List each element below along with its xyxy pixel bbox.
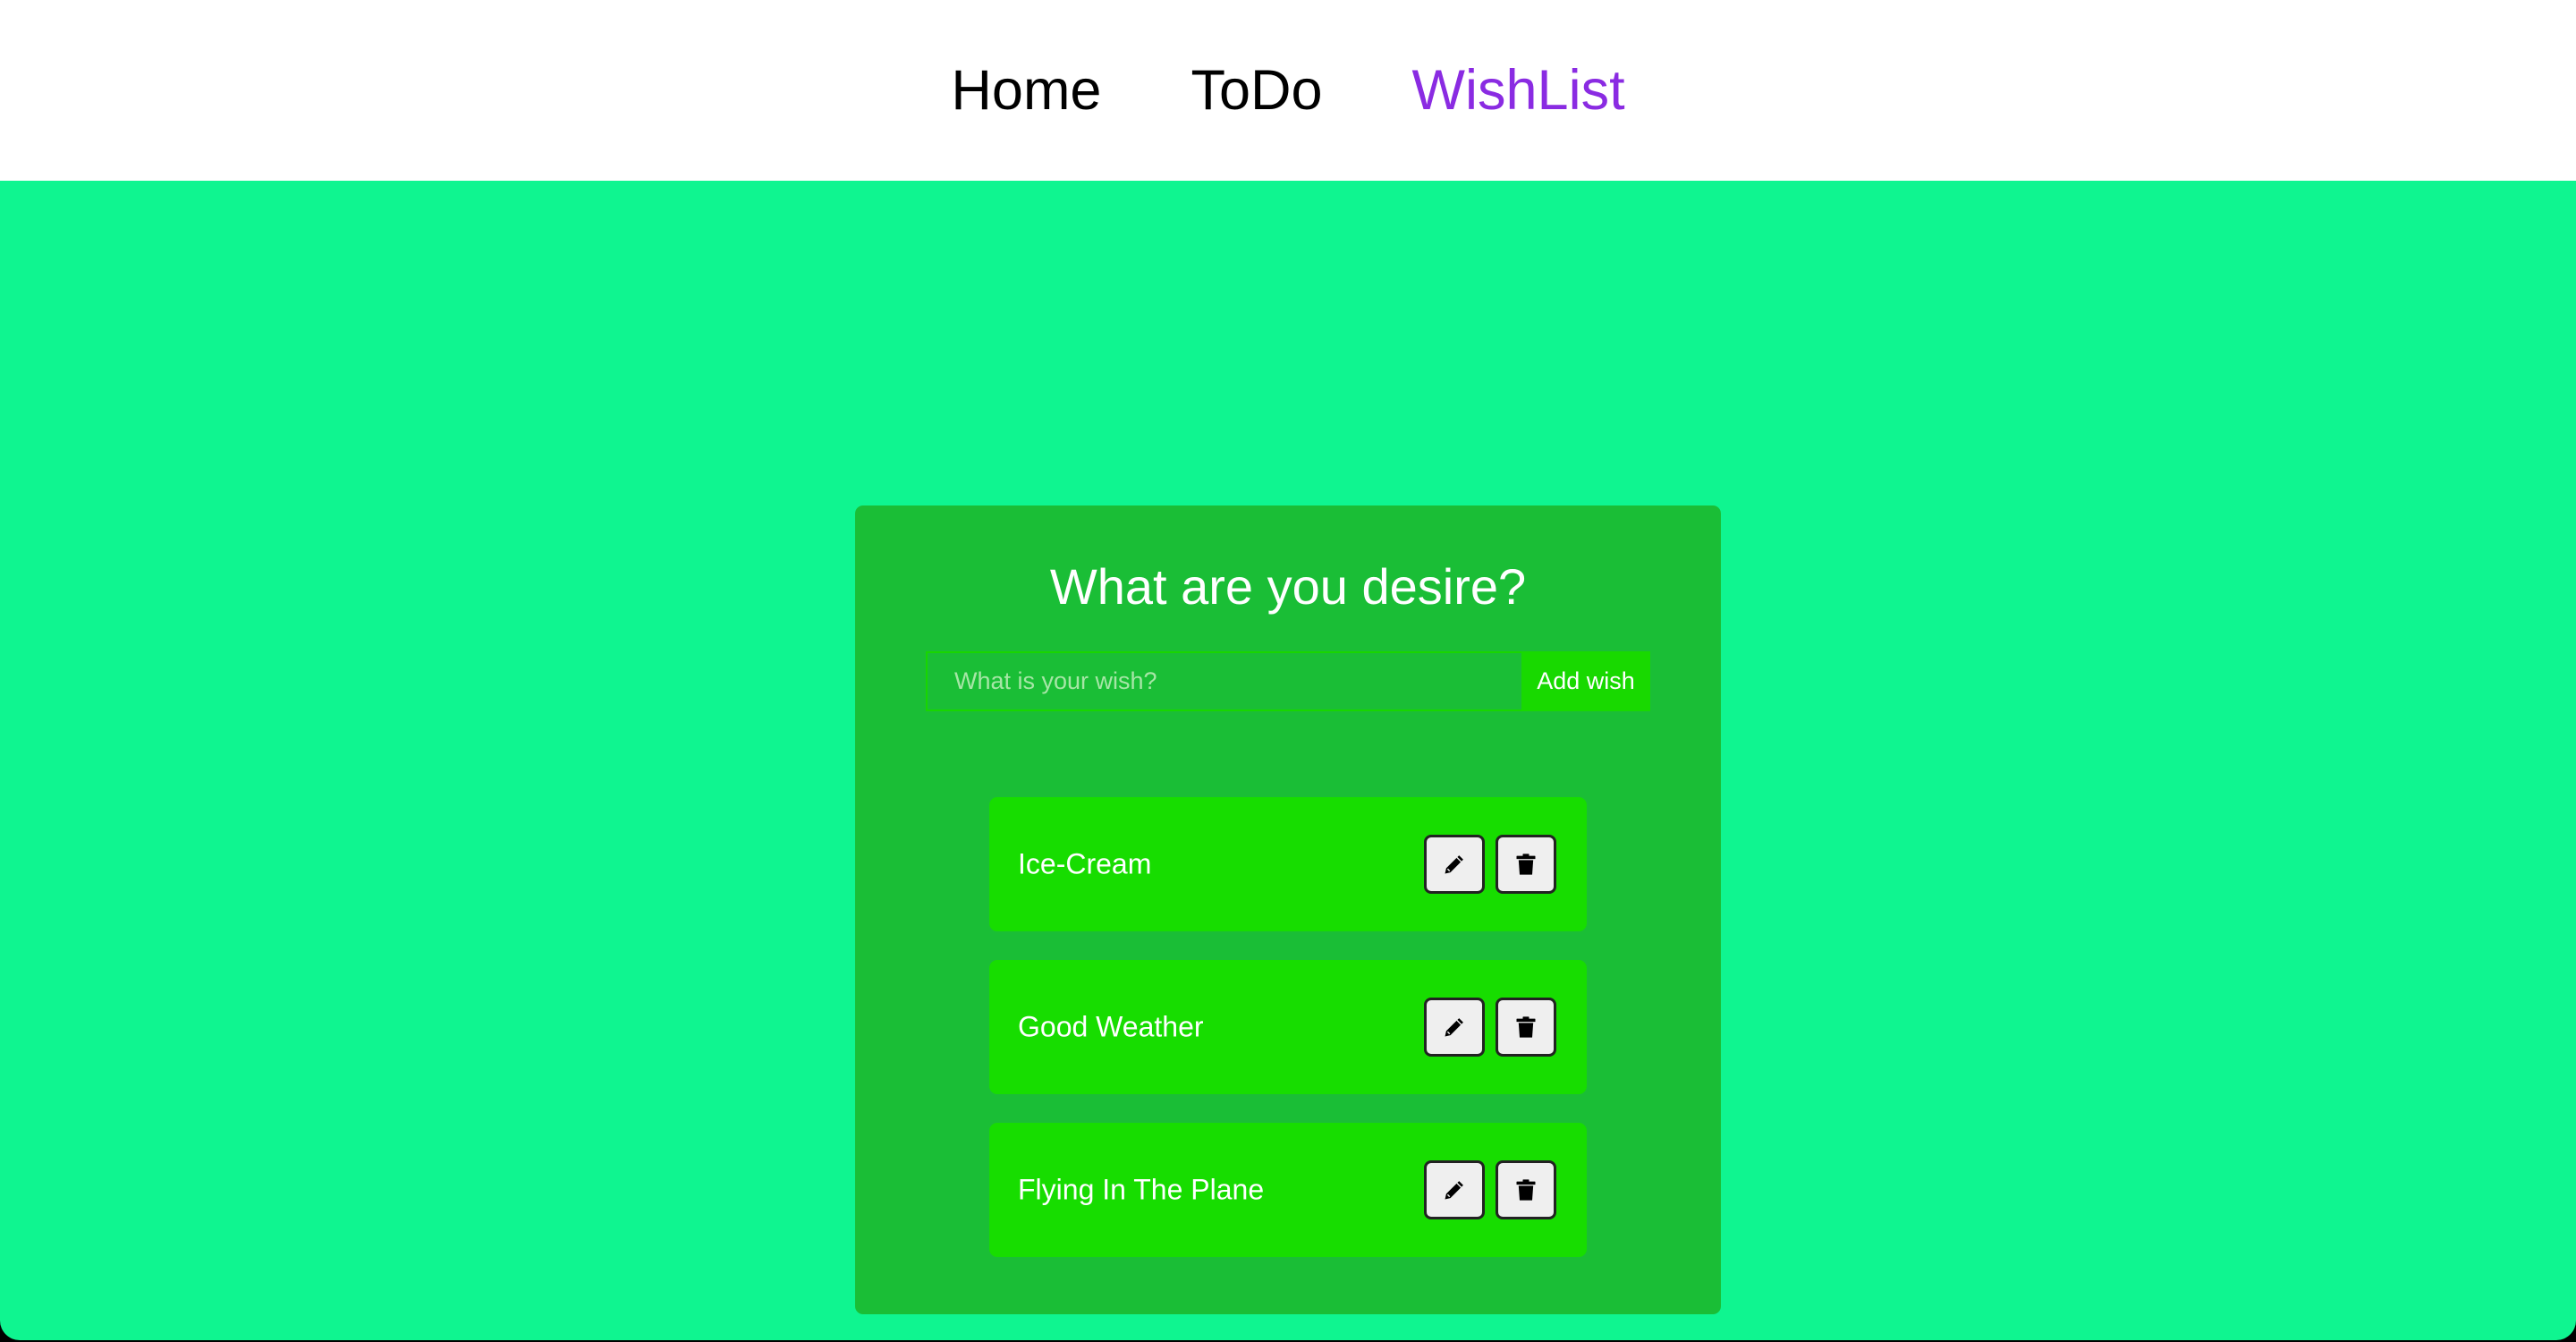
delete-wish-button[interactable]: [1496, 835, 1556, 894]
pencil-icon: [1445, 855, 1463, 874]
nav-link-todo[interactable]: ToDo: [1191, 62, 1322, 119]
wish-text: Flying In The Plane: [1018, 1173, 1265, 1206]
wish-text: Good Weather: [1018, 1010, 1204, 1043]
trash-icon: [1516, 1016, 1536, 1038]
card-title: What are you desire?: [1049, 558, 1527, 615]
delete-wish-button[interactable]: [1496, 1160, 1556, 1219]
edit-wish-button[interactable]: [1424, 835, 1485, 894]
pencil-icon: [1445, 1018, 1463, 1037]
main-content: What are you desire? Add wish Ice-Cream: [0, 181, 2576, 1340]
pencil-icon: [1445, 1181, 1463, 1200]
wishlist-card: What are you desire? Add wish Ice-Cream: [855, 505, 1721, 1314]
wish-input[interactable]: [926, 651, 1521, 711]
trash-icon: [1516, 854, 1536, 875]
wish-item: Flying In The Plane: [989, 1123, 1587, 1257]
add-wish-button[interactable]: Add wish: [1521, 651, 1650, 711]
top-navigation: Home ToDo WishList: [0, 0, 2576, 181]
edit-wish-button[interactable]: [1424, 1160, 1485, 1219]
wish-item: Ice-Cream: [989, 797, 1587, 931]
wish-text: Ice-Cream: [1018, 847, 1152, 880]
trash-icon: [1516, 1179, 1536, 1201]
edit-wish-button[interactable]: [1424, 998, 1485, 1057]
add-wish-form: Add wish: [926, 651, 1650, 711]
nav-link-home[interactable]: Home: [951, 62, 1101, 119]
delete-wish-button[interactable]: [1496, 998, 1556, 1057]
wish-list: Ice-Cream Good Weather Flying In The Pla…: [989, 797, 1587, 1286]
wish-item: Good Weather: [989, 960, 1587, 1094]
nav-link-wishlist[interactable]: WishList: [1412, 62, 1625, 119]
